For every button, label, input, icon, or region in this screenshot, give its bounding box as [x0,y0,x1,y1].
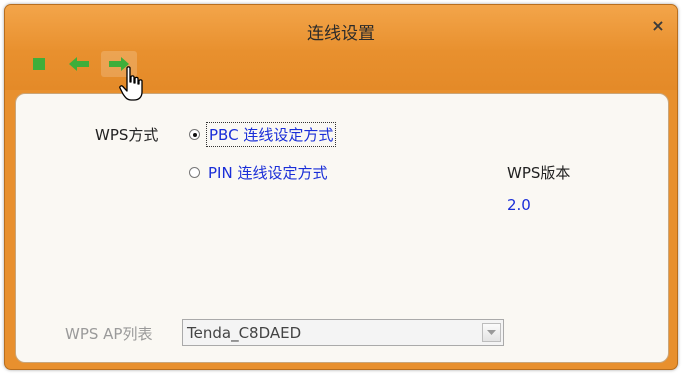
radio-pin[interactable]: PIN 连线设定方式 [189,162,327,183]
radio-pbc[interactable]: PBC 连线设定方式 [189,122,337,147]
wps-version-value: 2.0 [507,196,531,214]
back-button[interactable] [61,51,97,77]
wps-ap-list-label: WPS AP列表 [65,325,153,343]
close-icon: × [651,16,665,35]
connection-settings-window: 连线设置 × WPS方式 PBC 连线设定方式 PIN 连线设定方式 WPS版本… [4,4,678,370]
wps-ap-list-select[interactable]: Tenda_C8DAED [182,319,504,346]
radio-pbc-indicator[interactable] [189,129,200,140]
radio-pbc-label[interactable]: PBC 连线设定方式 [205,122,337,147]
stop-button[interactable] [21,51,57,77]
toolbar [21,51,141,77]
window-title: 连线设置 [307,24,375,44]
radio-pin-indicator[interactable] [189,167,200,178]
wps-settings-panel: WPS方式 PBC 连线设定方式 PIN 连线设定方式 WPS版本 2.0 WP… [15,93,669,363]
arrow-left-icon [69,57,89,71]
arrow-right-icon [109,57,129,71]
ap-select-value: Tenda_C8DAED [187,324,302,342]
close-button[interactable]: × [649,17,667,35]
title-bar[interactable]: 连线设置 × [5,5,677,90]
radio-pin-label[interactable]: PIN 连线设定方式 [208,162,327,183]
chevron-down-icon [487,329,496,335]
forward-button[interactable] [101,51,137,77]
wps-version-label: WPS版本 [507,164,571,182]
stop-square-icon [33,58,45,70]
wps-method-label: WPS方式 [95,126,159,144]
dropdown-arrow-button[interactable] [482,323,501,342]
